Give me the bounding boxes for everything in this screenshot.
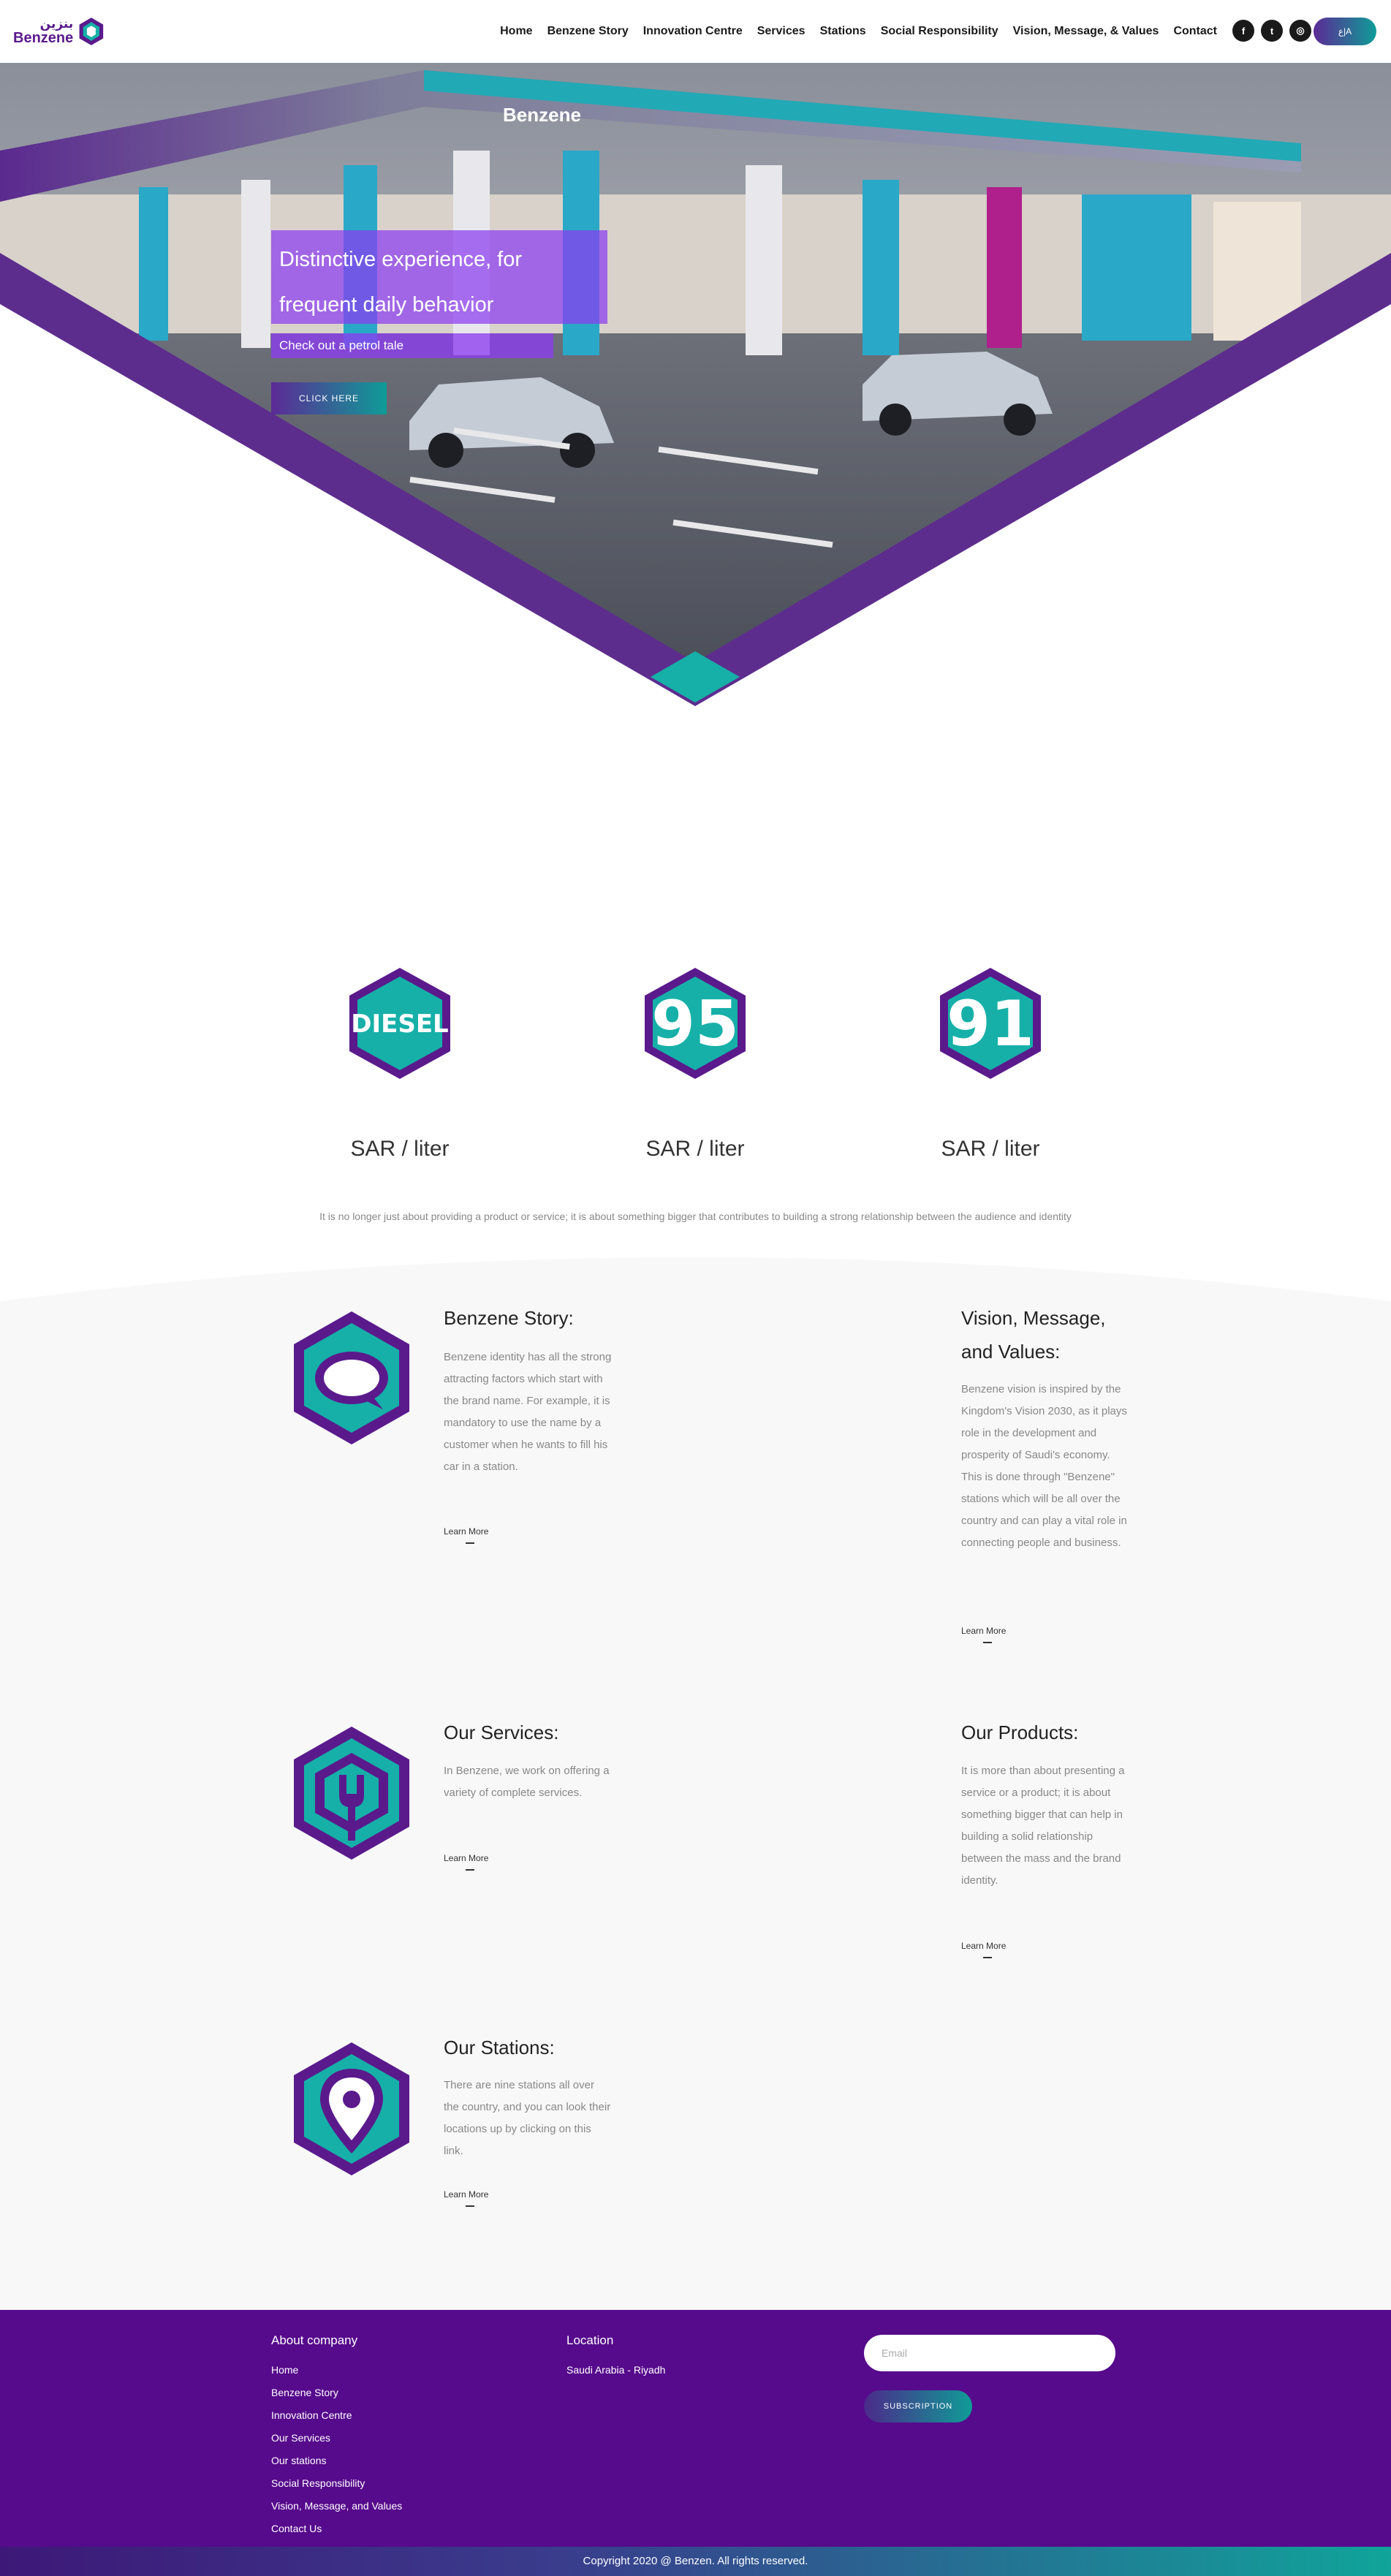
vision-title: Vision, Message, and Values: [961, 1307, 1106, 1363]
benzene-story-learn-more-link[interactable]: Learn More [444, 1526, 488, 1544]
diesel-price-unit: SAR / liter [350, 1137, 450, 1161]
hero-subtitle: Check out a petrol tale [279, 338, 404, 352]
instagram-icon[interactable]: ◎ [1289, 20, 1311, 42]
twitter-icon[interactable]: t [1261, 20, 1283, 42]
products-title: Our Products: [961, 1721, 1079, 1743]
benzene-story-title: Benzene Story: [444, 1307, 574, 1329]
vision-body: Benzene vision is inspired by the Kingdo… [961, 1383, 1127, 1549]
copyright-bar: Copyright 2020 @ Benzen. All rights rese… [0, 2547, 1391, 2576]
diesel-hexagon-icon: DIESEL [349, 968, 450, 1079]
fuel-91-badge: 91 [936, 965, 1045, 1082]
site-footer [0, 2310, 1391, 2547]
footer-location-text: Saudi Arabia - Riyadh [566, 2364, 666, 2376]
nav-stations[interactable]: Stations [820, 25, 866, 38]
stations-body: There are nine stations all over the cou… [444, 2079, 611, 2157]
nav-services[interactable]: Services [757, 25, 806, 38]
nav-innovation-centre[interactable]: Innovation Centre [643, 25, 743, 38]
hero-banner: Benzene Distinctive experience, for freq… [0, 63, 1391, 794]
hero-cta-button[interactable]: CLICK HERE [271, 382, 387, 414]
footer-link-innovation-centre[interactable]: Innovation Centre [271, 2409, 352, 2421]
fuel-91-hexagon-icon: 91 [940, 968, 1041, 1079]
footer-about-heading: About company [271, 2333, 358, 2347]
site-header: بنزين Benzene Home Benzene Story Innovat… [0, 0, 1391, 63]
benzene-logo[interactable]: بنزين Benzene [13, 15, 105, 48]
newsletter-email-input[interactable] [864, 2335, 1115, 2371]
nav-social-responsibility[interactable]: Social Responsibility [881, 25, 998, 38]
main-nav: Home Benzene Story Innovation Centre Ser… [485, 0, 1217, 63]
logo-arabic-text: بنزين [39, 16, 74, 31]
wrench-icon [294, 1727, 409, 1860]
fuel-95-hexagon-icon: 95 [645, 968, 746, 1079]
language-toggle-button[interactable]: ع|A [1314, 18, 1376, 45]
fuel-91-label: 91 [947, 988, 1034, 1061]
fuel-95-badge: 95 [640, 965, 750, 1082]
fuel-95-price-unit: SAR / liter [645, 1137, 745, 1161]
nav-benzene-story[interactable]: Benzene Story [547, 25, 629, 38]
logo-english-text: Benzene [13, 29, 74, 46]
vision-learn-more-link[interactable]: Learn More [961, 1626, 1006, 1643]
footer-link-vision[interactable]: Vision, Message, and Values [271, 2500, 402, 2512]
stations-learn-more-link[interactable]: Learn More [444, 2189, 488, 2207]
products-body: It is more than about presenting a servi… [961, 1765, 1125, 1887]
tagline: It is no longer just about providing a p… [319, 1211, 1072, 1222]
services-body: In Benzene, we work on offering a variet… [444, 1765, 610, 1799]
diesel-fuel-badge: DIESEL [345, 965, 455, 1082]
subscription-button[interactable]: SUBSCRIPTION [864, 2390, 972, 2422]
diesel-label: DIESEL [351, 1009, 448, 1039]
location-pin-icon [294, 2042, 409, 2175]
footer-location-heading: Location [566, 2333, 614, 2347]
fuel-91-price-unit: SAR / liter [941, 1137, 1040, 1161]
hero-title: Distinctive experience, for frequent dai… [279, 248, 523, 317]
info-section-background [0, 1257, 1391, 2310]
nav-contact[interactable]: Contact [1173, 25, 1217, 38]
canopy-sign: Benzene [503, 104, 581, 126]
stations-title: Our Stations: [444, 2037, 555, 2058]
footer-link-contact-us[interactable]: Contact Us [271, 2523, 322, 2534]
nav-vision-message-values[interactable]: Vision, Message, & Values [1013, 25, 1159, 38]
footer-link-our-services[interactable]: Our Services [271, 2432, 330, 2444]
footer-link-home[interactable]: Home [271, 2364, 298, 2376]
fuel-95-label: 95 [651, 988, 739, 1061]
footer-link-benzene-story[interactable]: Benzene Story [271, 2387, 338, 2398]
footer-link-our-stations[interactable]: Our stations [271, 2455, 326, 2466]
nav-home[interactable]: Home [500, 25, 532, 38]
services-title: Our Services: [444, 1721, 559, 1743]
hero-station-image: Benzene [0, 63, 1391, 794]
benzene-story-body: Benzene identity has all the strong attr… [444, 1351, 612, 1473]
hexagon-logo-icon [79, 18, 104, 45]
chat-bubble-icon [294, 1311, 409, 1444]
footer-link-social-responsibility[interactable]: Social Responsibility [271, 2477, 365, 2489]
facebook-icon[interactable]: f [1232, 20, 1254, 42]
products-learn-more-link[interactable]: Learn More [961, 1941, 1006, 1958]
services-learn-more-link[interactable]: Learn More [444, 1853, 488, 1871]
